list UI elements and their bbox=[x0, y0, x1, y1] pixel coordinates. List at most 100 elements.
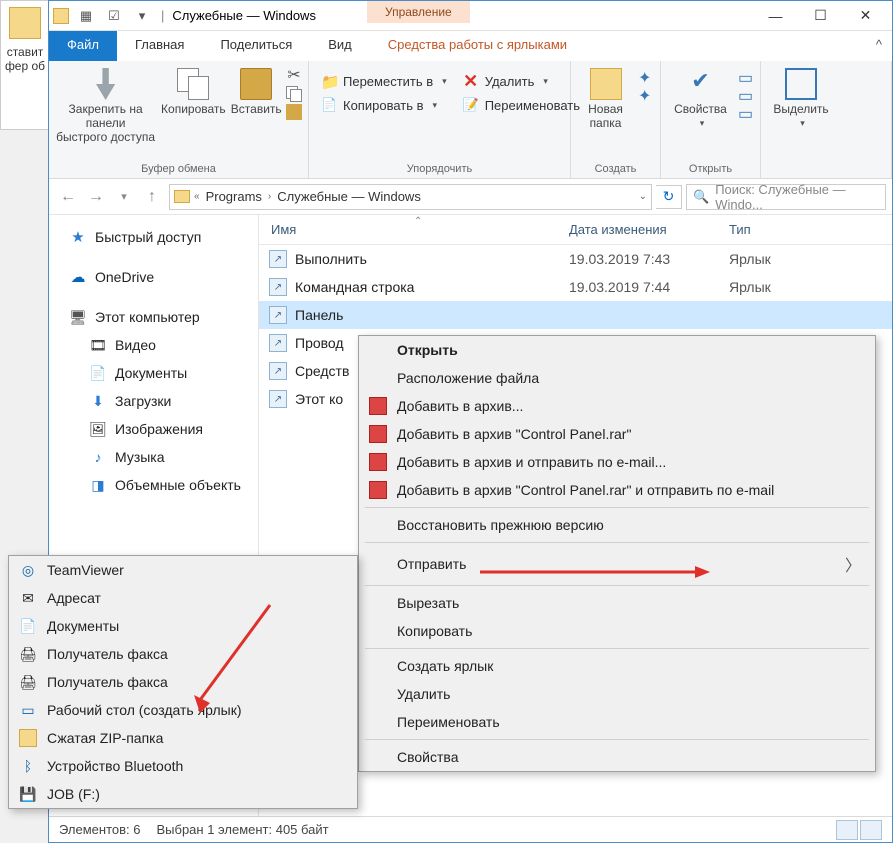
chevron-icon: « bbox=[194, 191, 200, 202]
cut-icon[interactable]: ✂ bbox=[286, 68, 302, 84]
music-icon: ♪ bbox=[89, 448, 107, 466]
properties-button[interactable]: ✔ Свойства ▾ bbox=[667, 64, 734, 129]
search-input[interactable]: 🔍 Поиск: Служебные — Windo... bbox=[686, 184, 886, 210]
sendto-fax1[interactable]: 🖨Получатель факса bbox=[9, 640, 357, 668]
sendto-drive-f[interactable]: 💾JOB (F:) bbox=[9, 780, 357, 808]
tab-file[interactable]: Файл bbox=[49, 31, 117, 61]
view-details-button[interactable] bbox=[836, 820, 858, 840]
shortcut-icon: ↗ bbox=[269, 278, 287, 296]
cm-add-rar[interactable]: Добавить в архив "Control Panel.rar" bbox=[359, 420, 875, 448]
breadcrumb-programs[interactable]: Programs bbox=[204, 189, 264, 204]
cm-file-location[interactable]: Расположение файла bbox=[359, 364, 875, 392]
sendto-desktop-shortcut[interactable]: ▭Рабочий стол (создать ярлык) bbox=[9, 696, 357, 724]
cm-properties[interactable]: Свойства bbox=[359, 743, 875, 771]
cm-add-email[interactable]: Добавить в архив и отправить по e-mail..… bbox=[359, 448, 875, 476]
background-paste-icon bbox=[9, 7, 41, 39]
sidebar-music[interactable]: ♪Музыка bbox=[49, 443, 258, 471]
sidebar-3d-objects[interactable]: ◨Объемные объекть bbox=[49, 471, 258, 499]
sendto-bluetooth[interactable]: ᛒУстройство Bluetooth bbox=[9, 752, 357, 780]
copy-to-button[interactable]: 📄Копировать в▾ bbox=[315, 94, 453, 116]
view-large-button[interactable] bbox=[860, 820, 882, 840]
sendto-zip[interactable]: Сжатая ZIP-папка bbox=[9, 724, 357, 752]
tab-shortcut-tools[interactable]: Средства работы с ярлыками bbox=[370, 31, 585, 61]
titlebar[interactable]: ▦ ☑ ▾ | Служебные — Windows Управление —… bbox=[49, 1, 892, 31]
up-button[interactable]: ↑ bbox=[139, 184, 165, 210]
move-icon: 📁 bbox=[321, 73, 337, 89]
delete-button[interactable]: ✕Удалить▾ bbox=[457, 70, 586, 92]
manage-contextual-tab[interactable]: Управление bbox=[367, 1, 470, 23]
drive-icon: 💾 bbox=[19, 785, 37, 803]
minimize-button[interactable]: — bbox=[753, 1, 798, 30]
maximize-button[interactable]: ☐ bbox=[798, 1, 843, 30]
column-type[interactable]: Тип bbox=[729, 222, 892, 237]
qat-properties-icon[interactable]: ▦ bbox=[75, 5, 97, 27]
sidebar-onedrive[interactable]: ☁OneDrive bbox=[49, 263, 258, 291]
column-name[interactable]: Имя⌃ bbox=[259, 222, 569, 237]
cm-create-shortcut[interactable]: Создать ярлык bbox=[359, 652, 875, 680]
sidebar-this-pc[interactable]: 🖥Этот компьютер bbox=[49, 303, 258, 331]
cm-send-to[interactable]: Отправить〉 bbox=[359, 546, 875, 582]
sendto-fax2[interactable]: 🖨Получатель факса bbox=[9, 668, 357, 696]
cm-cut[interactable]: Вырезать bbox=[359, 589, 875, 617]
address-bar[interactable]: « Programs › Служебные — Windows ⌄ bbox=[169, 184, 652, 210]
cm-open[interactable]: Открыть bbox=[359, 336, 875, 364]
select-button[interactable]: Выделить ▾ bbox=[767, 64, 835, 129]
sendto-mail-recipient[interactable]: ✉Адресат bbox=[9, 584, 357, 612]
separator bbox=[365, 739, 869, 740]
sidebar-video[interactable]: 🎞Видео bbox=[49, 331, 258, 359]
close-button[interactable]: ✕ bbox=[843, 1, 888, 30]
pin-quick-access-button[interactable]: Закрепить на панели быстрого доступа bbox=[55, 64, 156, 144]
status-item-count: Элементов: 6 bbox=[59, 822, 140, 837]
cm-copy[interactable]: Копировать bbox=[359, 617, 875, 645]
downloads-icon: ⬇ bbox=[89, 392, 107, 410]
pictures-icon: 🖼 bbox=[89, 420, 107, 438]
paste-button[interactable]: Вставить bbox=[230, 64, 282, 116]
zip-icon bbox=[19, 729, 37, 747]
copy-button[interactable]: Копировать bbox=[160, 64, 226, 116]
organize-group-label: Упорядочить bbox=[315, 160, 564, 178]
file-row-selected[interactable]: ↗Панель bbox=[259, 301, 892, 329]
tab-home[interactable]: Главная bbox=[117, 31, 202, 61]
submenu-arrow-icon: 〉 bbox=[845, 552, 861, 576]
refresh-button[interactable]: ↻ bbox=[656, 185, 682, 209]
breadcrumb-current[interactable]: Служебные — Windows bbox=[275, 189, 423, 204]
desktop-icon: ▭ bbox=[19, 701, 37, 719]
cloud-icon: ☁ bbox=[69, 268, 87, 286]
cm-delete[interactable]: Удалить bbox=[359, 680, 875, 708]
file-row[interactable]: ↗Выполнить 19.03.2019 7:43 Ярлык bbox=[259, 245, 892, 273]
context-menu: Открыть Расположение файла Добавить в ар… bbox=[358, 335, 876, 772]
sidebar-pictures[interactable]: 🖼Изображения bbox=[49, 415, 258, 443]
ribbon-collapse-icon[interactable]: ^ bbox=[866, 31, 892, 61]
cm-restore-version[interactable]: Восстановить прежнюю версию bbox=[359, 511, 875, 539]
paste-shortcut-icon[interactable] bbox=[286, 104, 302, 120]
cm-add-rar-email[interactable]: Добавить в архив "Control Panel.rar" и о… bbox=[359, 476, 875, 504]
cm-rename[interactable]: Переименовать bbox=[359, 708, 875, 736]
documents-icon: 📄 bbox=[89, 364, 107, 382]
qat-dropdown-icon[interactable]: ▾ bbox=[131, 5, 153, 27]
rename-button[interactable]: 📝Переименовать bbox=[457, 94, 586, 116]
address-folder-icon bbox=[174, 190, 190, 203]
back-button[interactable]: ← bbox=[55, 184, 81, 210]
sidebar-downloads[interactable]: ⬇Загрузки bbox=[49, 387, 258, 415]
video-icon: 🎞 bbox=[89, 336, 107, 354]
move-to-button[interactable]: 📁Переместить в▾ bbox=[315, 70, 453, 92]
properties-icon: ✔ bbox=[685, 68, 717, 100]
separator bbox=[365, 542, 869, 543]
qat-check-icon[interactable]: ☑ bbox=[103, 5, 125, 27]
sidebar-quick-access[interactable]: ★Быстрый доступ bbox=[49, 223, 258, 251]
cm-add-archive[interactable]: Добавить в архив... bbox=[359, 392, 875, 420]
tab-view[interactable]: Вид bbox=[310, 31, 370, 61]
sendto-teamviewer[interactable]: ◎TeamViewer bbox=[9, 556, 357, 584]
tab-share[interactable]: Поделиться bbox=[202, 31, 310, 61]
file-row[interactable]: ↗Командная строка 19.03.2019 7:44 Ярлык bbox=[259, 273, 892, 301]
sidebar-documents[interactable]: 📄Документы bbox=[49, 359, 258, 387]
address-dropdown-icon[interactable]: ⌄ bbox=[639, 191, 647, 202]
paste-icon bbox=[240, 68, 272, 100]
forward-button[interactable]: → bbox=[83, 184, 109, 210]
column-date[interactable]: Дата изменения bbox=[569, 222, 729, 237]
copy-path-icon[interactable] bbox=[286, 86, 302, 102]
star-icon: ★ bbox=[69, 228, 87, 246]
new-folder-button[interactable]: Новая папка bbox=[577, 64, 634, 130]
sendto-documents[interactable]: 📄Документы bbox=[9, 612, 357, 640]
history-dropdown[interactable]: ▾ bbox=[111, 184, 137, 210]
